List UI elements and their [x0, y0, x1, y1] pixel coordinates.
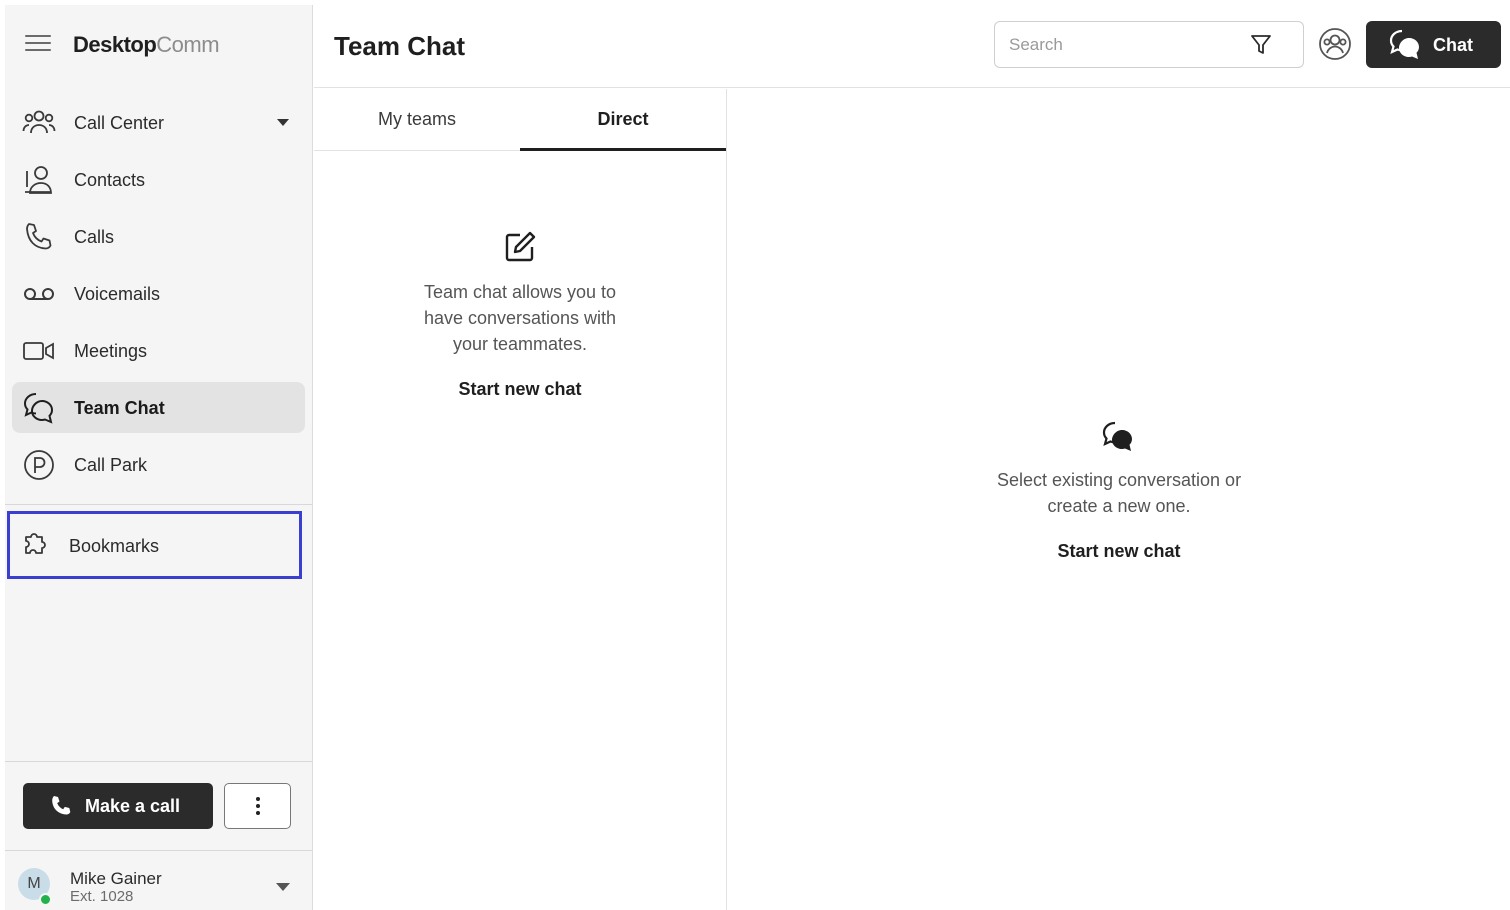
make-call-button[interactable]: Make a call — [23, 783, 213, 829]
top-header: Team Chat Chat — [314, 0, 1510, 88]
presence-status-dot — [39, 893, 52, 906]
compose-icon — [502, 229, 538, 265]
chat-bubbles-icon — [1101, 419, 1137, 455]
sidebar-item-call-park[interactable]: Call Park — [12, 439, 305, 490]
sidebar-item-voicemails[interactable]: Voicemails — [12, 268, 305, 319]
chat-button-label: Chat — [1433, 35, 1473, 55]
tab-my-teams[interactable]: My teams — [314, 89, 520, 151]
sidebar-item-meetings[interactable]: Meetings — [12, 325, 305, 376]
puzzle-icon — [20, 529, 52, 561]
sidebar-item-label: Call Center — [74, 113, 165, 133]
sidebar-item-contacts[interactable]: Contacts — [12, 154, 305, 205]
search-box — [994, 21, 1304, 68]
sidebar-item-label: Call Park — [74, 455, 148, 475]
direct-empty-state: Team chat allows you to have conversatio… — [314, 229, 726, 400]
brand-row: DesktopComm — [5, 5, 312, 85]
user-name: Mike Gainer — [70, 869, 162, 888]
search-input[interactable] — [1009, 33, 1239, 57]
start-new-chat-link[interactable]: Start new chat — [458, 379, 581, 400]
sidebar-item-bookmarks[interactable]: Bookmarks — [7, 511, 302, 579]
parking-icon — [22, 448, 56, 482]
contacts-icon — [22, 163, 56, 197]
phone-icon — [49, 794, 73, 818]
app-logo: DesktopComm — [73, 32, 220, 57]
video-icon — [22, 334, 56, 368]
sidebar-item-call-center[interactable]: Call Center — [12, 97, 305, 148]
sidebar-item-label: Contacts — [74, 170, 146, 190]
chat-list-panel: My teams Direct Team chat allows you to … — [314, 89, 727, 910]
hamburger-menu-icon[interactable] — [25, 35, 51, 55]
empty-state-text: Team chat allows you to have conversatio… — [423, 282, 617, 354]
sidebar-nav: Call Center Contacts Calls Voicemails Me… — [5, 97, 312, 496]
chat-bubbles-icon — [1388, 28, 1424, 62]
sidebar-item-label: Voicemails — [74, 284, 161, 304]
sidebar-item-label: Bookmarks — [69, 536, 160, 556]
sidebar-item-label: Calls — [74, 227, 115, 247]
phone-icon — [22, 220, 56, 254]
sidebar: DesktopComm Call Center Contacts Calls V… — [5, 5, 313, 910]
conversation-panel: Select existing conversation or create a… — [728, 89, 1510, 910]
contacts-directory-icon[interactable] — [1318, 27, 1352, 61]
voicemail-icon — [22, 277, 56, 311]
more-vertical-icon — [255, 797, 260, 815]
conversation-empty-state: Select existing conversation or create a… — [728, 419, 1510, 562]
user-extension: Ext. 1028 — [70, 888, 134, 905]
filter-icon[interactable] — [1249, 33, 1273, 57]
sidebar-item-label: Meetings — [74, 341, 148, 361]
chat-bubbles-icon — [22, 391, 56, 425]
sidebar-item-label: Team Chat — [74, 398, 165, 418]
empty-state-text: Select existing conversation or create a… — [996, 470, 1242, 516]
sidebar-item-team-chat[interactable]: Team Chat — [12, 382, 305, 433]
tab-direct[interactable]: Direct — [520, 89, 726, 151]
make-call-label: Make a call — [85, 796, 181, 816]
chevron-down-icon[interactable] — [277, 119, 289, 126]
sidebar-divider — [5, 761, 312, 762]
page-title: Team Chat — [334, 31, 465, 61]
users-icon — [22, 106, 56, 140]
user-profile[interactable]: M Mike Gainer Ext. 1028 — [5, 850, 312, 910]
sidebar-item-calls[interactable]: Calls — [12, 211, 305, 262]
start-new-chat-link[interactable]: Start new chat — [1057, 541, 1180, 562]
chat-button[interactable]: Chat — [1366, 21, 1501, 68]
chevron-down-icon[interactable] — [276, 883, 290, 891]
tab-bar: My teams Direct — [314, 89, 726, 151]
more-options-button[interactable] — [224, 783, 291, 829]
sidebar-divider — [5, 504, 312, 505]
